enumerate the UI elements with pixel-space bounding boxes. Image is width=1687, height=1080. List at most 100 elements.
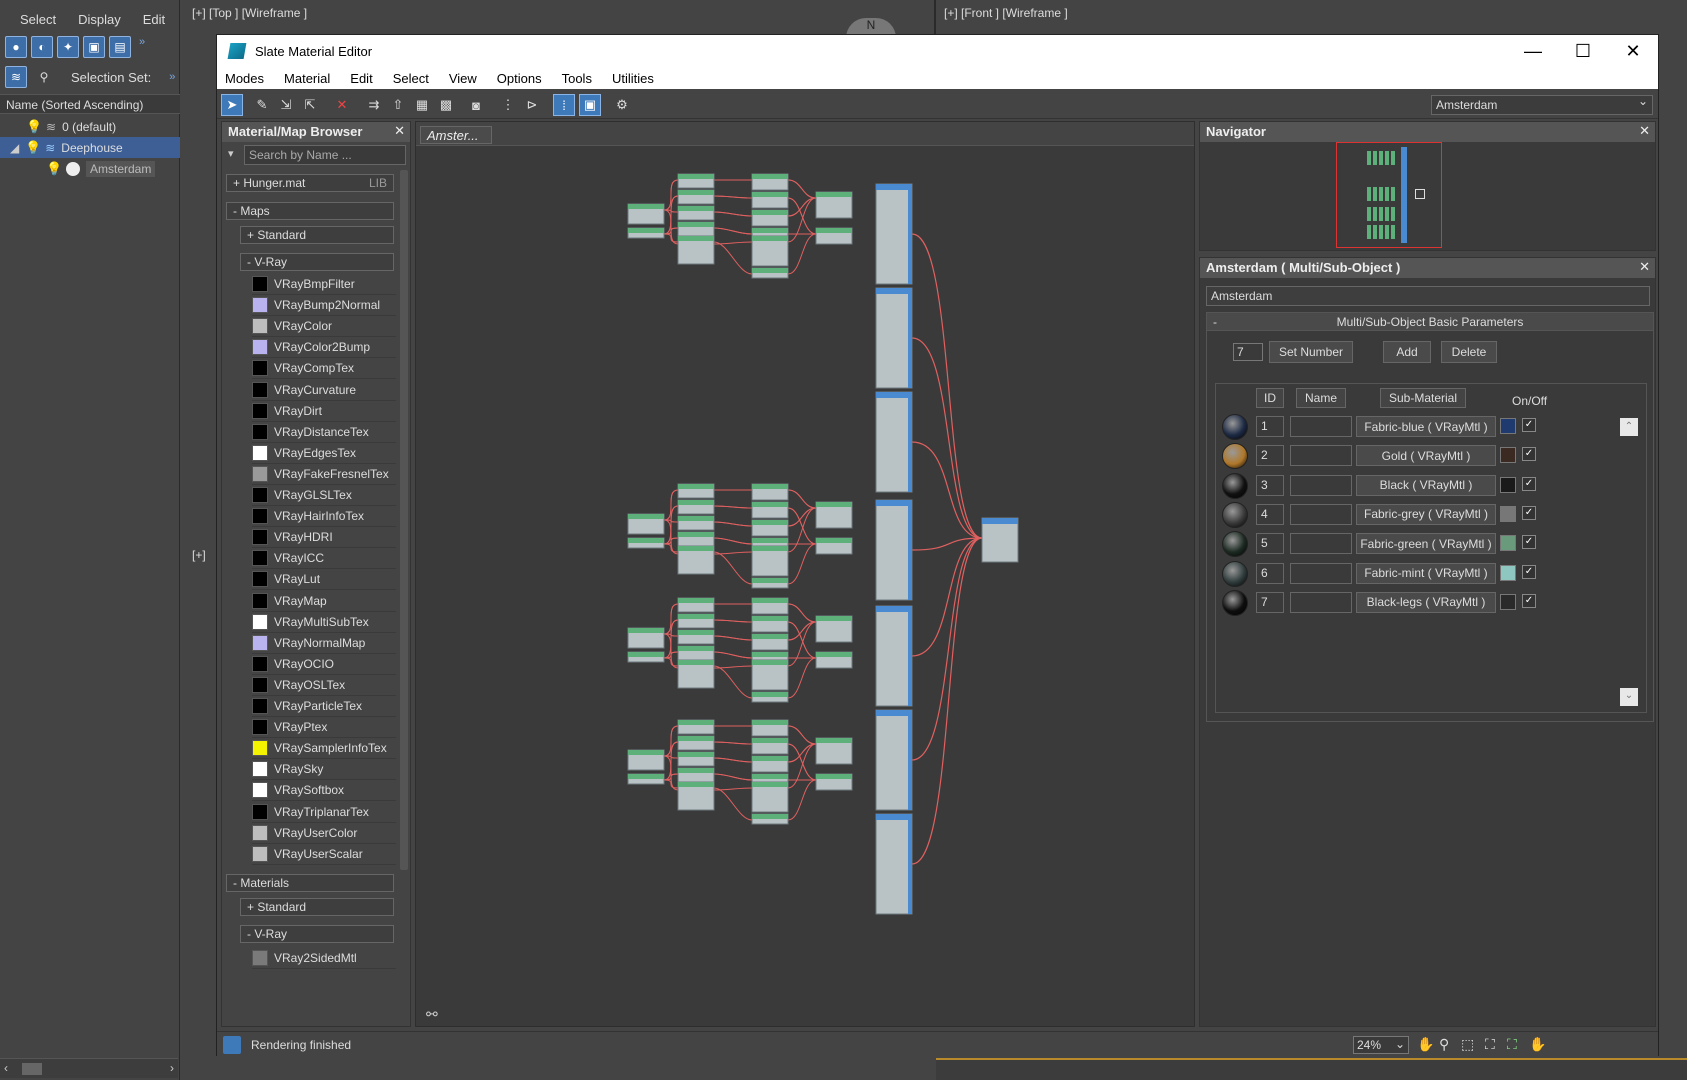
material-node-header[interactable] [876,288,912,294]
list-item[interactable]: VRayHDRI [252,527,396,549]
layout-all-icon[interactable]: ⋮ [497,94,519,116]
rollout-collapse-toggle[interactable]: - [1213,315,1217,329]
material-preview-sphere[interactable] [1222,589,1248,616]
list-item[interactable]: VRayMultiSubTex [252,612,396,633]
graph-node-header[interactable] [752,692,788,697]
graph-node-header[interactable] [678,190,714,195]
list-item[interactable]: VRayColor [252,316,396,338]
list-item[interactable]: VRayOCIO [252,654,396,675]
group-materials-vray[interactable]: - V-Ray [240,925,394,943]
list-item[interactable]: VRayNormalMap [252,633,396,654]
layers-icon[interactable]: ≋ [5,66,27,88]
number-of-materials-field[interactable]: 7 [1233,343,1263,361]
material-map-browser-toggle-icon[interactable]: ⁞ [553,94,575,116]
window-titlebar[interactable]: Slate Material Editor — ☐ ✕ [217,35,1658,67]
viewport-front-label[interactable]: [+] [Front ] [Wireframe ] [944,6,1068,20]
list-item[interactable]: VRayCompTex [252,358,396,380]
list-item[interactable]: VRayCurvature [252,380,396,401]
graph-node-header[interactable] [628,204,664,209]
list-item[interactable]: VRayLut [252,569,396,591]
graph-node-header[interactable] [752,502,788,507]
library-group-hunger[interactable]: + Hunger.mat LIB [226,174,394,192]
name-field[interactable] [1290,591,1352,613]
graph-node-header[interactable] [752,538,788,543]
graph-node-header[interactable] [752,228,788,233]
display-lights-icon[interactable]: ✦ [57,36,79,58]
list-item[interactable]: VRayBmpFilter [252,274,396,295]
graph-node-header[interactable] [752,520,788,525]
material-node-outputs[interactable] [908,506,912,600]
list-item[interactable]: VRayColor2Bump [252,337,396,359]
material-node[interactable] [875,287,913,389]
viewport-top-label[interactable]: [+] [Top ] [Wireframe ] [192,6,307,20]
graph-node-header[interactable] [752,484,788,489]
graph-node-header[interactable] [678,236,714,241]
graph-node-header[interactable] [678,752,714,757]
zoom-extents-selected-icon[interactable]: ⛶ [1507,1036,1517,1053]
graph-node-header[interactable] [752,236,788,241]
material-node[interactable] [875,605,913,707]
show-map-icon[interactable]: ▦ [411,94,433,116]
on-off-checkbox[interactable]: ✓ [1522,418,1536,432]
rollout-header[interactable]: - Multi/Sub-Object Basic Parameters [1207,313,1653,331]
collapse-triangle-icon[interactable]: ◢ [10,141,19,155]
material-node[interactable] [875,183,913,285]
root-material-node-header[interactable] [982,518,1018,524]
graph-node-header[interactable] [628,514,664,519]
color-swatch[interactable] [1500,505,1516,522]
material-node-header[interactable] [876,500,912,506]
graph-node-header[interactable] [752,174,788,179]
select-tool-icon[interactable]: ➤ [221,94,243,116]
sub-material-button[interactable]: Gold ( VRayMtl ) [1356,445,1496,467]
pan-to-selected-icon[interactable]: ✋ [1529,1036,1546,1053]
graph-node-header[interactable] [752,660,788,665]
graph-node-header[interactable] [678,484,714,489]
graph-node-header[interactable] [678,768,714,773]
color-swatch[interactable] [1500,593,1516,610]
delete-icon[interactable]: ✕ [331,94,353,116]
hierarchy-icon[interactable]: ⚲ [33,66,55,88]
zoom-dropdown[interactable]: 24% ⌄ [1353,1036,1409,1054]
sub-material-button[interactable]: Fabric-grey ( VRayMtl ) [1356,503,1496,525]
add-button[interactable]: Add [1383,341,1431,363]
graph-node-header[interactable] [752,738,788,743]
menu-options[interactable]: Options [497,71,542,86]
browser-scrollbar[interactable] [400,170,408,870]
pan-hand-icon[interactable]: ✋ [1417,1036,1434,1053]
material-preview-sphere[interactable] [1222,560,1248,587]
maximize-icon[interactable]: ☐ [1558,35,1608,67]
material-node-outputs[interactable] [908,398,912,492]
list-item[interactable]: VRay2SidedMtl [252,948,396,969]
material-node-outputs[interactable] [908,190,912,284]
move-children-icon[interactable]: ⇉ [363,94,385,116]
id-field[interactable]: 3 [1256,474,1284,496]
list-item[interactable]: VRayPtex [252,717,396,739]
material-node-header[interactable] [876,392,912,398]
material-node-header[interactable] [876,184,912,190]
graph-node-header[interactable] [678,646,714,651]
list-item[interactable]: VRayDistanceTex [252,422,396,443]
color-swatch[interactable] [1500,564,1516,581]
color-swatch[interactable] [1500,535,1516,552]
tree-item-layer-default[interactable]: 💡 ≋ 0 (default) [0,116,180,137]
name-field[interactable] [1290,503,1352,525]
material-node-outputs[interactable] [908,820,912,914]
graph-node-header[interactable] [628,774,664,779]
light-bulb-icon[interactable]: 💡 [25,140,41,156]
minimize-icon[interactable]: — [1508,35,1558,67]
name-field[interactable] [1290,562,1352,584]
zoom-region-icon[interactable]: ⬚ [1461,1036,1474,1053]
menu-edit[interactable]: Edit [350,71,372,86]
on-off-checkbox[interactable]: ✓ [1522,447,1536,462]
set-number-button[interactable]: Set Number [1269,341,1353,363]
graph-node-header[interactable] [678,500,714,505]
column-header-sub-material[interactable]: Sub-Material [1380,388,1466,408]
group-maps[interactable]: - Maps [226,202,394,220]
list-item[interactable]: VRayMap [252,591,396,612]
scroll-left-icon[interactable]: ‹ [4,1061,8,1075]
close-icon[interactable]: ✕ [1639,123,1650,139]
select-by-material-icon[interactable]: ⚙ [611,94,633,116]
search-options-icon[interactable]: ▾ [228,147,234,160]
material-name-field[interactable]: Amsterdam [1206,286,1650,306]
graph-node-header[interactable] [678,206,714,211]
